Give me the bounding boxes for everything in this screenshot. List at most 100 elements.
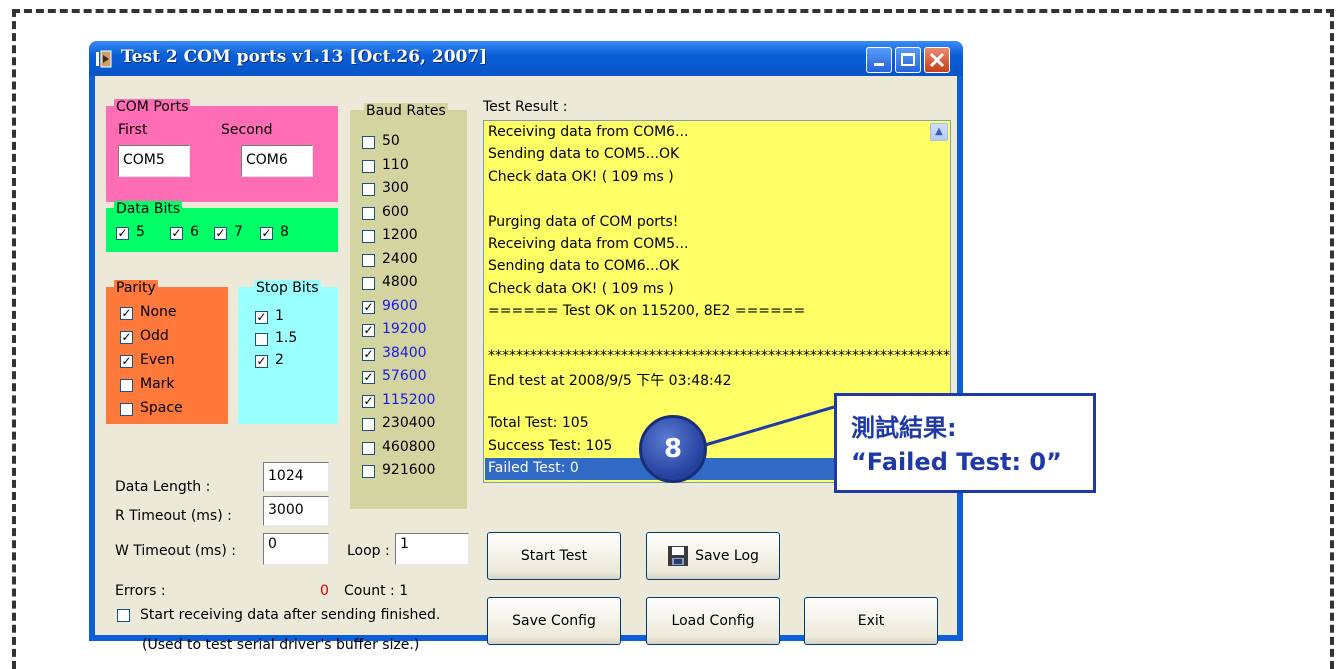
result-line: ====== Test OK on 115200, 8E2 ====== [488, 303, 806, 320]
baud-9600-checkbox[interactable]: ✓ [362, 300, 375, 314]
result-line: Receiving data from COM6... [488, 124, 689, 140]
baud-230400-label: 230400 [382, 415, 436, 431]
baud-9600-label: 9600 [382, 297, 418, 314]
second-port-label: Second [221, 122, 273, 138]
baud-4800-checkbox[interactable] [362, 277, 375, 290]
baud-1200-label: 1200 [382, 227, 418, 243]
save-log-label: Save Log [695, 548, 759, 564]
parity-space-label: Space [140, 400, 183, 416]
start-receiving-label: Start receiving data after sending finis… [140, 607, 441, 623]
data-bits-6-checkbox[interactable]: ✓ [170, 227, 183, 240]
data-length-label: Data Length : [115, 479, 211, 495]
baud-600-checkbox[interactable] [362, 206, 375, 220]
baud-rates-legend: Baud Rates [364, 103, 448, 119]
exit-button[interactable]: Exit [804, 597, 938, 645]
data-bits-7-checkbox[interactable]: ✓ [214, 227, 227, 240]
errors-label: Errors : [115, 583, 166, 599]
baud-rates-group: Baud Rates 50 110 300 600 1200 2400 4800 ✓ 9600 ✓… [350, 103, 467, 509]
baud-4800-label: 4800 [382, 274, 418, 290]
result-line: Receiving data from COM5... [488, 236, 689, 252]
baud-600-label: 600 [382, 203, 409, 220]
stop-bits-1-5-label: 1.5 [275, 330, 298, 346]
data-bits-6-label: 6 [190, 224, 199, 240]
baud-1200-checkbox[interactable] [362, 230, 375, 243]
data-length-field[interactable]: 1024 [263, 462, 329, 492]
parity-mark-checkbox[interactable] [120, 379, 133, 392]
r-timeout-label: R Timeout (ms) : [115, 508, 232, 524]
app-window: Test 2 COM ports v1.13 [Oct.26, 2007] CO… [89, 41, 963, 653]
stop-bits-2-checkbox[interactable]: ✓ [255, 355, 268, 368]
maximize-button[interactable] [895, 47, 921, 73]
result-line: Check data OK! ( 109 ms ) [488, 168, 674, 185]
floppy-disk-icon [668, 546, 689, 566]
parity-none-checkbox[interactable]: ✓ [120, 307, 133, 320]
data-bits-group: Data Bits ✓ 5 ✓ 6 ✓ 7 ✓ 8 [106, 201, 338, 252]
w-timeout-field[interactable]: 0 [263, 533, 329, 565]
baud-115200-label: 115200 [382, 391, 436, 408]
minimize-button[interactable] [866, 47, 892, 73]
baud-19200-label: 19200 [382, 321, 427, 337]
start-test-label: Start Test [520, 548, 588, 564]
save-config-button[interactable]: Save Config [487, 597, 621, 645]
data-bits-8-checkbox[interactable]: ✓ [260, 227, 273, 240]
start-test-button[interactable]: Start Test [487, 532, 621, 580]
save-config-label: Save Config [512, 613, 596, 629]
close-icon [929, 52, 945, 68]
baud-57600-checkbox[interactable]: ✓ [362, 371, 375, 384]
stop-bits-legend: Stop Bits [254, 280, 321, 296]
stop-bits-group: Stop Bits ✓ 1 1.5 ✓ 2 [238, 280, 338, 424]
load-config-label: Load Config [671, 613, 755, 629]
callout-line-1: 測試結果: [851, 414, 957, 442]
loop-field[interactable]: 1 [395, 533, 469, 565]
minimize-icon [874, 63, 884, 66]
scroll-up-button[interactable]: ▲ [930, 123, 948, 141]
parity-odd-checkbox[interactable]: ✓ [120, 331, 133, 344]
baud-921600-checkbox[interactable] [362, 465, 375, 478]
baud-110-checkbox[interactable] [362, 159, 375, 173]
data-bits-legend: Data Bits [114, 201, 183, 217]
result-line: Sending data to COM6...OK [488, 258, 680, 275]
callout-line-2: “Failed Test: 0” [851, 448, 1062, 476]
baud-2400-checkbox[interactable] [362, 253, 375, 267]
baud-460800-checkbox[interactable] [362, 441, 375, 455]
close-button[interactable] [924, 47, 950, 73]
baud-50-checkbox[interactable] [362, 136, 375, 149]
title-bar[interactable]: Test 2 COM ports v1.13 [Oct.26, 2007] [89, 41, 963, 76]
step-badge: 8 [639, 415, 707, 483]
result-line: Total Test: 105 [488, 415, 589, 432]
result-line: Check data OK! ( 109 ms ) [488, 280, 674, 297]
save-log-button[interactable]: Save Log [646, 532, 780, 580]
baud-115200-checkbox[interactable]: ✓ [362, 394, 375, 408]
result-line: Success Test: 105 [488, 437, 613, 454]
baud-2400-label: 2400 [382, 250, 418, 267]
first-port-label: First [118, 122, 148, 138]
r-timeout-field[interactable]: 3000 [263, 496, 329, 526]
result-line: ****************************************… [488, 348, 950, 364]
baud-50-label: 50 [382, 133, 400, 149]
baud-300-checkbox[interactable] [362, 183, 375, 196]
stop-bits-1-label: 1 [275, 308, 284, 324]
stop-bits-2-label: 2 [275, 352, 284, 368]
result-line: Sending data to COM5...OK [488, 146, 680, 163]
load-config-button[interactable]: Load Config [646, 597, 780, 645]
baud-230400-checkbox[interactable] [362, 418, 375, 431]
parity-space-checkbox[interactable] [120, 403, 133, 416]
parity-even-label: Even [140, 352, 175, 368]
parity-even-checkbox[interactable]: ✓ [120, 355, 133, 368]
start-receiving-checkbox[interactable] [117, 609, 130, 622]
baud-19200-checkbox[interactable]: ✓ [362, 324, 375, 337]
data-bits-8-label: 8 [280, 224, 289, 240]
baud-57600-label: 57600 [382, 368, 427, 384]
data-bits-7-label: 7 [234, 224, 243, 240]
first-port-field[interactable]: COM5 [118, 145, 190, 177]
parity-odd-label: Odd [140, 328, 169, 344]
baud-38400-checkbox[interactable]: ✓ [362, 347, 375, 361]
result-line: Purging data of COM ports! [488, 213, 679, 230]
baud-300-label: 300 [382, 180, 409, 196]
stop-bits-1-5-checkbox[interactable] [255, 333, 268, 346]
buffer-hint: (Used to test serial driver's buffer siz… [142, 637, 420, 653]
parity-none-label: None [140, 304, 177, 320]
second-port-field[interactable]: COM6 [241, 145, 313, 177]
stop-bits-1-checkbox[interactable]: ✓ [255, 311, 268, 324]
data-bits-5-checkbox[interactable]: ✓ [116, 227, 129, 240]
